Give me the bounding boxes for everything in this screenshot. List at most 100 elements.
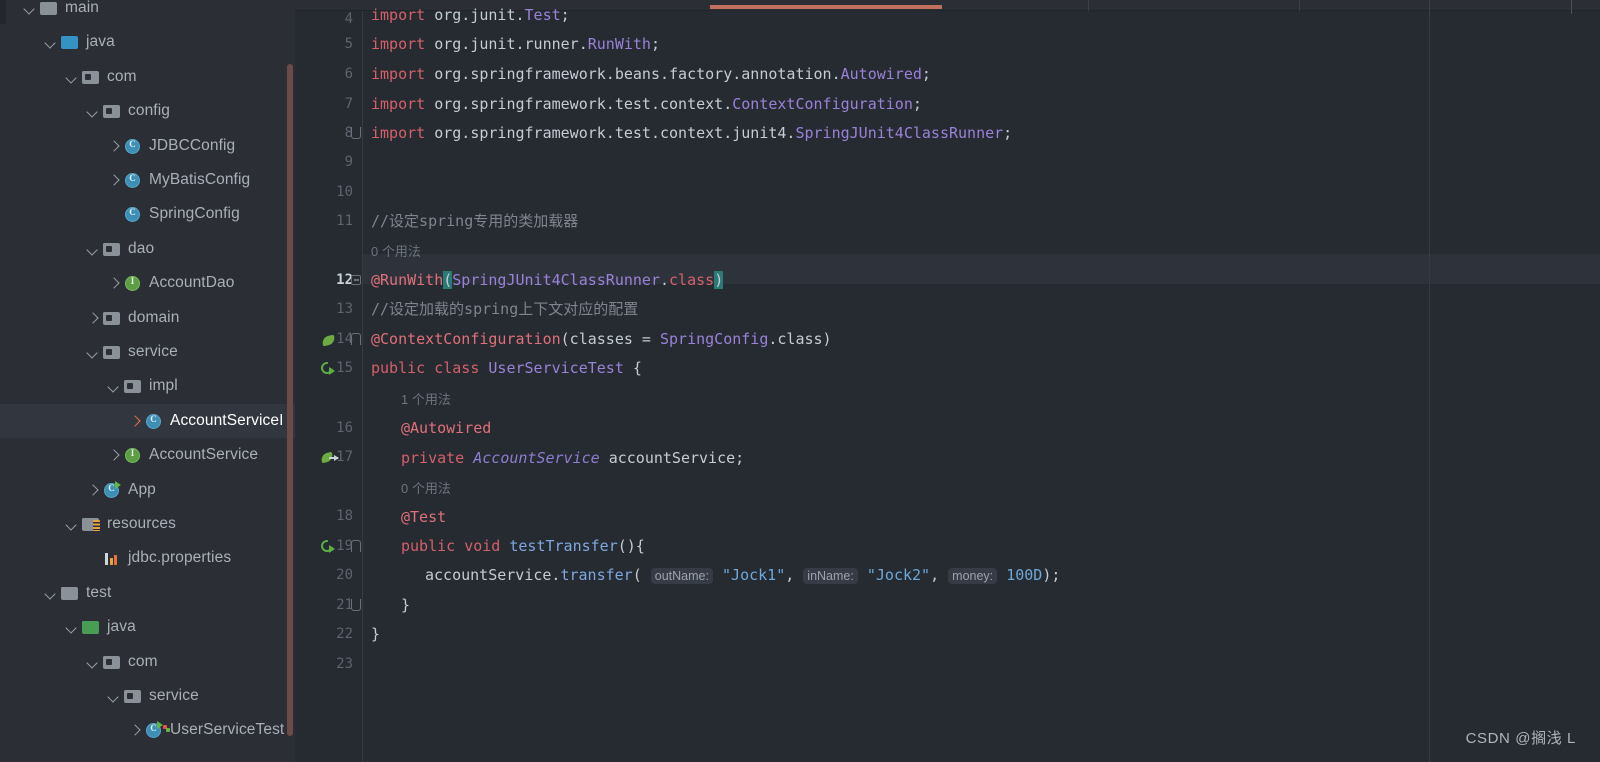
fold-marker[interactable] <box>350 536 362 556</box>
tree-item-config[interactable]: config <box>0 94 295 128</box>
tree-item-label: AccountService <box>149 446 259 464</box>
usage-hint-15: 1 个用法 <box>401 392 451 407</box>
line-number: 5 <box>344 36 353 52</box>
tree-item-dao[interactable]: dao <box>0 232 295 266</box>
chevron-right-icon[interactable] <box>106 275 122 291</box>
tree-item-label: config <box>128 102 170 120</box>
run-test-icon[interactable] <box>318 537 343 557</box>
code-line-20: accountService.transfer( outName: "Jock1… <box>425 566 1061 584</box>
chevron-right-icon[interactable] <box>106 138 122 154</box>
chevron-down-icon[interactable] <box>106 688 122 704</box>
line-number: 23 <box>336 656 353 672</box>
tree-item-label: AccountServiceI <box>170 411 284 429</box>
chevron-down-icon[interactable] <box>64 619 80 635</box>
tree-item-label: test <box>86 583 112 601</box>
tree-item-springconfig[interactable]: SpringConfig <box>0 197 295 231</box>
parameter-hint-money: money: <box>948 568 998 584</box>
parameter-hint-outname: outName: <box>650 568 713 584</box>
tree-item-jdbcconfig[interactable]: JDBCConfig <box>0 129 295 163</box>
tree-item-impl[interactable]: impl <box>0 369 295 403</box>
folder-package-icon <box>103 653 121 671</box>
tree-item-label: MyBatisConfig <box>149 171 251 188</box>
editor-area[interactable]: 4 5 6 7 8 9 10 11 12 13 14 15 16 17 18 19 20 21 22 23 impor… <box>295 0 1600 762</box>
folder-package-icon <box>103 343 121 361</box>
usage-hint-17: 0 个用法 <box>401 481 451 496</box>
usage-hint-11: 0 个用法 <box>371 244 421 259</box>
fold-marker[interactable] <box>350 270 362 290</box>
tree-item-domain[interactable]: domain <box>0 301 295 335</box>
chevron-down-icon[interactable] <box>43 34 59 50</box>
chevron-down-icon[interactable] <box>64 69 80 85</box>
chevron-down-icon[interactable] <box>43 585 59 601</box>
tree-item-java[interactable]: java <box>0 25 295 59</box>
folder-green-icon <box>82 618 100 636</box>
tree-item-main[interactable]: main <box>0 0 295 25</box>
tab-separator <box>1299 0 1300 11</box>
folder-gray-icon <box>61 584 79 602</box>
line-number: 12 <box>336 272 353 288</box>
tree-item-label: main <box>65 0 99 16</box>
fold-marker[interactable] <box>350 329 362 349</box>
folder-package-icon <box>103 309 121 327</box>
tree-item-label: domain <box>128 308 180 326</box>
tree-item-userservicetest[interactable]: UserServiceTest <box>0 713 295 747</box>
tree-item-com[interactable]: com <box>0 645 295 679</box>
chevron-right-icon[interactable] <box>106 172 122 188</box>
chevron-down-icon[interactable] <box>85 654 101 670</box>
editor-gutter[interactable]: 4 5 6 7 8 9 10 11 12 13 14 15 16 17 18 19 20 21 22 23 <box>295 11 363 762</box>
tree-item-service[interactable]: service <box>0 335 295 369</box>
code-line-11: //设定spring专用的类加载器 <box>371 212 579 230</box>
tree-item-com[interactable]: com <box>0 60 295 94</box>
line-number: 6 <box>344 66 353 82</box>
tree-item-accountdao[interactable]: AccountDao <box>0 266 295 300</box>
java-interface-icon <box>124 446 142 464</box>
run-test-icon[interactable] <box>318 359 343 379</box>
properties-file-icon <box>103 549 121 567</box>
java-class-icon <box>145 412 163 430</box>
chevron-right-icon[interactable] <box>127 413 143 429</box>
chevron-down-icon[interactable] <box>106 378 122 394</box>
tree-item-label: java <box>86 33 115 51</box>
tab-separator <box>1429 0 1430 11</box>
chevron-down-icon[interactable] <box>64 516 80 532</box>
code-line-19: public void testTransfer(){ <box>401 537 645 555</box>
chevron-right-icon[interactable] <box>85 482 101 498</box>
tree-item-accountservicei[interactable]: AccountServiceI <box>0 403 295 438</box>
chevron-right-icon[interactable] <box>85 310 101 326</box>
tree-item-label: AccountDao <box>149 274 235 292</box>
code-line-22: } <box>371 625 381 643</box>
chevron-right-icon[interactable] <box>127 722 143 738</box>
tree-item-mybatisconfig[interactable]: MyBatisConfig <box>0 163 295 197</box>
folder-package-icon <box>103 240 121 258</box>
code-line-15: public class UserServiceTest { <box>371 359 642 377</box>
java-class-icon <box>124 205 142 223</box>
fold-marker[interactable] <box>350 123 362 143</box>
chevron-right-icon[interactable] <box>106 447 122 463</box>
project-tool-window[interactable]: main java com config JDBCConfig MyBatisConfig… <box>0 0 295 762</box>
line-number: 11 <box>336 213 353 229</box>
tree-item-java[interactable]: java <box>0 610 295 644</box>
tree-item-app[interactable]: App <box>0 473 295 507</box>
tree-item-jdbc-properties[interactable]: jdbc.properties <box>0 541 295 575</box>
folder-blue-icon <box>61 33 79 51</box>
tree-item-label: dao <box>128 239 155 257</box>
tree-item-test[interactable]: test <box>0 576 295 610</box>
chevron-down-icon[interactable] <box>85 241 101 257</box>
line-number: 10 <box>336 184 353 200</box>
tree-item-service[interactable]: service <box>0 679 295 713</box>
bean-autowired-icon[interactable] <box>320 448 343 468</box>
code-line-13: //设定加载的spring上下文对应的配置 <box>371 300 639 318</box>
chevron-down-icon[interactable] <box>22 0 38 16</box>
chevron-down-icon[interactable] <box>85 344 101 360</box>
tree-item-resources[interactable]: resources <box>0 507 295 541</box>
tree-item-label: UserServiceTest <box>170 721 285 739</box>
chevron-down-icon[interactable] <box>85 103 101 119</box>
line-number: 13 <box>336 301 353 317</box>
code-content[interactable]: import org.junit.Test; import org.junit.r… <box>363 6 1600 762</box>
tree-item-accountservice[interactable]: AccountService <box>0 438 295 472</box>
fold-marker[interactable] <box>350 595 362 615</box>
tree-item-label: com <box>128 652 158 670</box>
spring-leaf-icon[interactable] <box>321 330 343 350</box>
tree-item-label: com <box>107 67 137 85</box>
